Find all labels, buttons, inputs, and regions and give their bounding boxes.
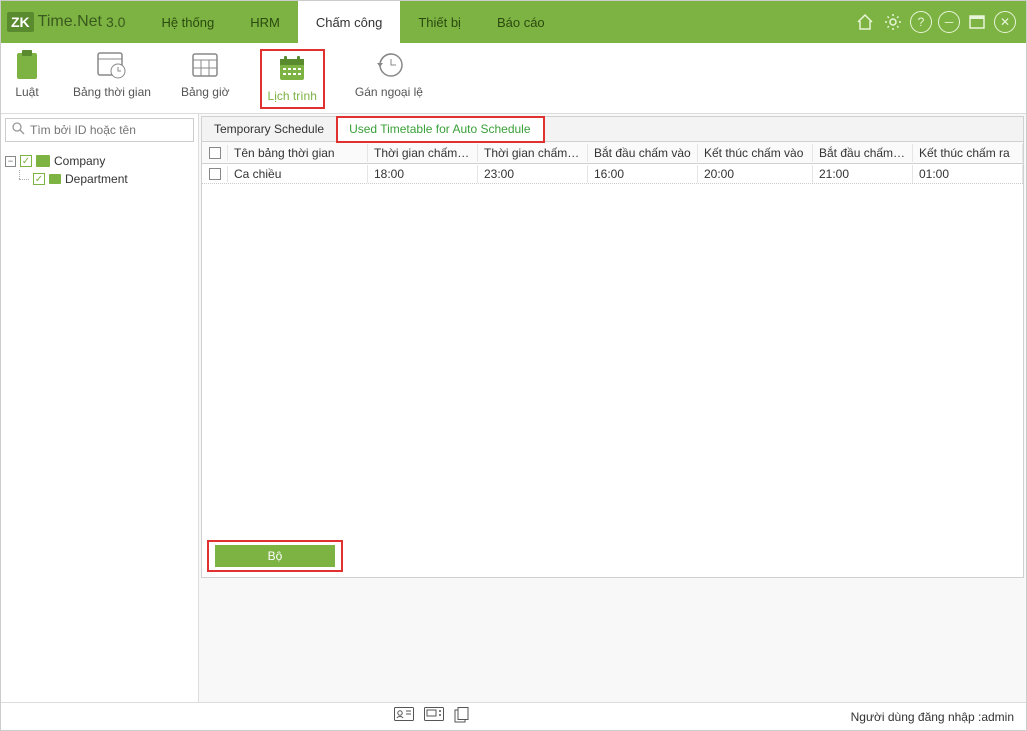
- org-tree: − ✓ Company ✓ Department: [1, 146, 198, 194]
- tool-schedule-label: Lịch trình: [268, 89, 317, 103]
- checkbox-company[interactable]: ✓: [20, 155, 32, 167]
- maximize-icon[interactable]: [966, 11, 988, 33]
- tree-node-department[interactable]: ✓ Department: [5, 170, 194, 188]
- clipboard-icon: [11, 49, 43, 81]
- sub-tabs: Temporary Schedule Used Timetable for Au…: [202, 117, 1023, 142]
- tool-exception-label: Gán ngoại lệ: [355, 85, 423, 99]
- help-icon[interactable]: ?: [910, 11, 932, 33]
- subtab-used-timetable[interactable]: Used Timetable for Auto Schedule: [337, 117, 543, 142]
- search-icon: [12, 122, 25, 138]
- status-icons: [13, 707, 851, 726]
- action-bar: Bộ: [202, 535, 1023, 577]
- gear-icon[interactable]: [882, 11, 904, 33]
- logo-version: 3.0: [106, 14, 125, 30]
- company-icon: [36, 155, 50, 167]
- tab-report[interactable]: Báo cáo: [479, 1, 563, 43]
- tool-shift[interactable]: Bảng giờ: [181, 49, 230, 99]
- tool-law-label: Luật: [15, 85, 38, 99]
- status-bar: Người dùng đăng nhập :admin: [1, 702, 1026, 730]
- subtab-used-label: Used Timetable for Auto Schedule: [349, 122, 530, 136]
- subtab-temporary[interactable]: Temporary Schedule: [202, 117, 337, 141]
- status-user-name: admin: [981, 710, 1014, 724]
- copy-icon[interactable]: [454, 707, 470, 726]
- tree-department-label: Department: [65, 172, 128, 186]
- tab-device[interactable]: Thiết bị: [400, 1, 479, 43]
- calendar-grid-icon: [189, 49, 221, 81]
- subtab-temporary-label: Temporary Schedule: [214, 122, 324, 136]
- device-icon[interactable]: [424, 707, 444, 726]
- header-controls: ? ─ ✕: [854, 1, 1026, 43]
- checkbox-icon[interactable]: [209, 168, 221, 180]
- logo-badge: ZK: [7, 12, 34, 32]
- minimize-icon[interactable]: ─: [938, 11, 960, 33]
- cell-name: Ca chiều: [228, 165, 368, 183]
- tab-system[interactable]: Hệ thống: [143, 1, 232, 43]
- header-checkbox-cell[interactable]: [202, 145, 228, 161]
- row-checkbox-cell[interactable]: [202, 166, 228, 182]
- home-icon[interactable]: [854, 11, 876, 33]
- set-button-highlight: Bộ: [207, 540, 343, 572]
- timetable-grid: Tên bảng thời gian Thời gian chấm vào Th…: [202, 142, 1023, 535]
- col-name[interactable]: Tên bảng thời gian: [228, 144, 368, 162]
- tab-attendance-label: Chấm công: [316, 15, 382, 30]
- content-area: Temporary Schedule Used Timetable for Au…: [199, 114, 1026, 702]
- tab-hrm[interactable]: HRM: [232, 1, 298, 43]
- cell-begin-in: 16:00: [588, 165, 698, 183]
- tool-exception[interactable]: Gán ngoại lệ: [355, 49, 423, 99]
- calendar-clock-icon: [96, 49, 128, 81]
- checkbox-icon[interactable]: [209, 147, 221, 159]
- tool-timetable[interactable]: Bảng thời gian: [73, 49, 151, 99]
- search-input[interactable]: [30, 123, 187, 137]
- cell-checkout: 23:00: [478, 165, 588, 183]
- grid-header: Tên bảng thời gian Thời gian chấm vào Th…: [202, 142, 1023, 164]
- close-icon[interactable]: ✕: [994, 11, 1016, 33]
- col-begin-out[interactable]: Bắt đầu chấm ra: [813, 144, 913, 162]
- cell-end-out: 01:00: [913, 165, 1023, 183]
- tool-schedule[interactable]: Lịch trình: [260, 49, 325, 109]
- tab-hrm-label: HRM: [250, 15, 280, 30]
- tool-timetable-label: Bảng thời gian: [73, 85, 151, 99]
- col-begin-in[interactable]: Bắt đầu chấm vào: [588, 144, 698, 162]
- cell-begin-out: 21:00: [813, 165, 913, 183]
- department-icon: [49, 174, 61, 184]
- cell-end-in: 20:00: [698, 165, 813, 183]
- table-row[interactable]: Ca chiều 18:00 23:00 16:00 20:00 21:00 0…: [202, 164, 1023, 184]
- col-checkout[interactable]: Thời gian chấm ra: [478, 144, 588, 162]
- tree-node-company[interactable]: − ✓ Company: [5, 152, 194, 170]
- col-end-out[interactable]: Kết thúc chấm ra: [913, 144, 1023, 162]
- tree-company-label: Company: [54, 154, 105, 168]
- set-button[interactable]: Bộ: [215, 545, 335, 567]
- set-button-label: Bộ: [268, 549, 283, 563]
- app-logo: ZK Time.Net 3.0: [1, 1, 135, 43]
- search-box[interactable]: [5, 118, 194, 142]
- col-checkin[interactable]: Thời gian chấm vào: [368, 144, 478, 162]
- sidebar: − ✓ Company ✓ Department: [1, 114, 199, 702]
- col-end-in[interactable]: Kết thúc chấm vào: [698, 144, 813, 162]
- logo-text: Time.Net: [38, 13, 102, 31]
- toolbar: Luật Bảng thời gian Bảng giờ Lịch trình …: [1, 43, 1026, 114]
- calendar-icon: [276, 53, 308, 85]
- main-tabs: Hệ thống HRM Chấm công Thiết bị Báo cáo: [143, 1, 562, 43]
- tab-attendance[interactable]: Chấm công: [298, 1, 400, 43]
- cell-checkin: 18:00: [368, 165, 478, 183]
- tab-device-label: Thiết bị: [418, 15, 461, 30]
- tab-system-label: Hệ thống: [161, 15, 214, 30]
- undo-clock-icon: [373, 49, 405, 81]
- status-user-label: Người dùng đăng nhập :: [851, 710, 982, 724]
- tool-shift-label: Bảng giờ: [181, 85, 230, 99]
- tab-report-label: Báo cáo: [497, 15, 545, 30]
- checkbox-department[interactable]: ✓: [33, 173, 45, 185]
- status-user: Người dùng đăng nhập :admin: [851, 710, 1014, 724]
- app-header: ZK Time.Net 3.0 Hệ thống HRM Chấm công T…: [1, 1, 1026, 43]
- id-card-icon[interactable]: [394, 707, 414, 726]
- collapse-icon[interactable]: −: [5, 156, 16, 167]
- tool-law[interactable]: Luật: [11, 49, 43, 99]
